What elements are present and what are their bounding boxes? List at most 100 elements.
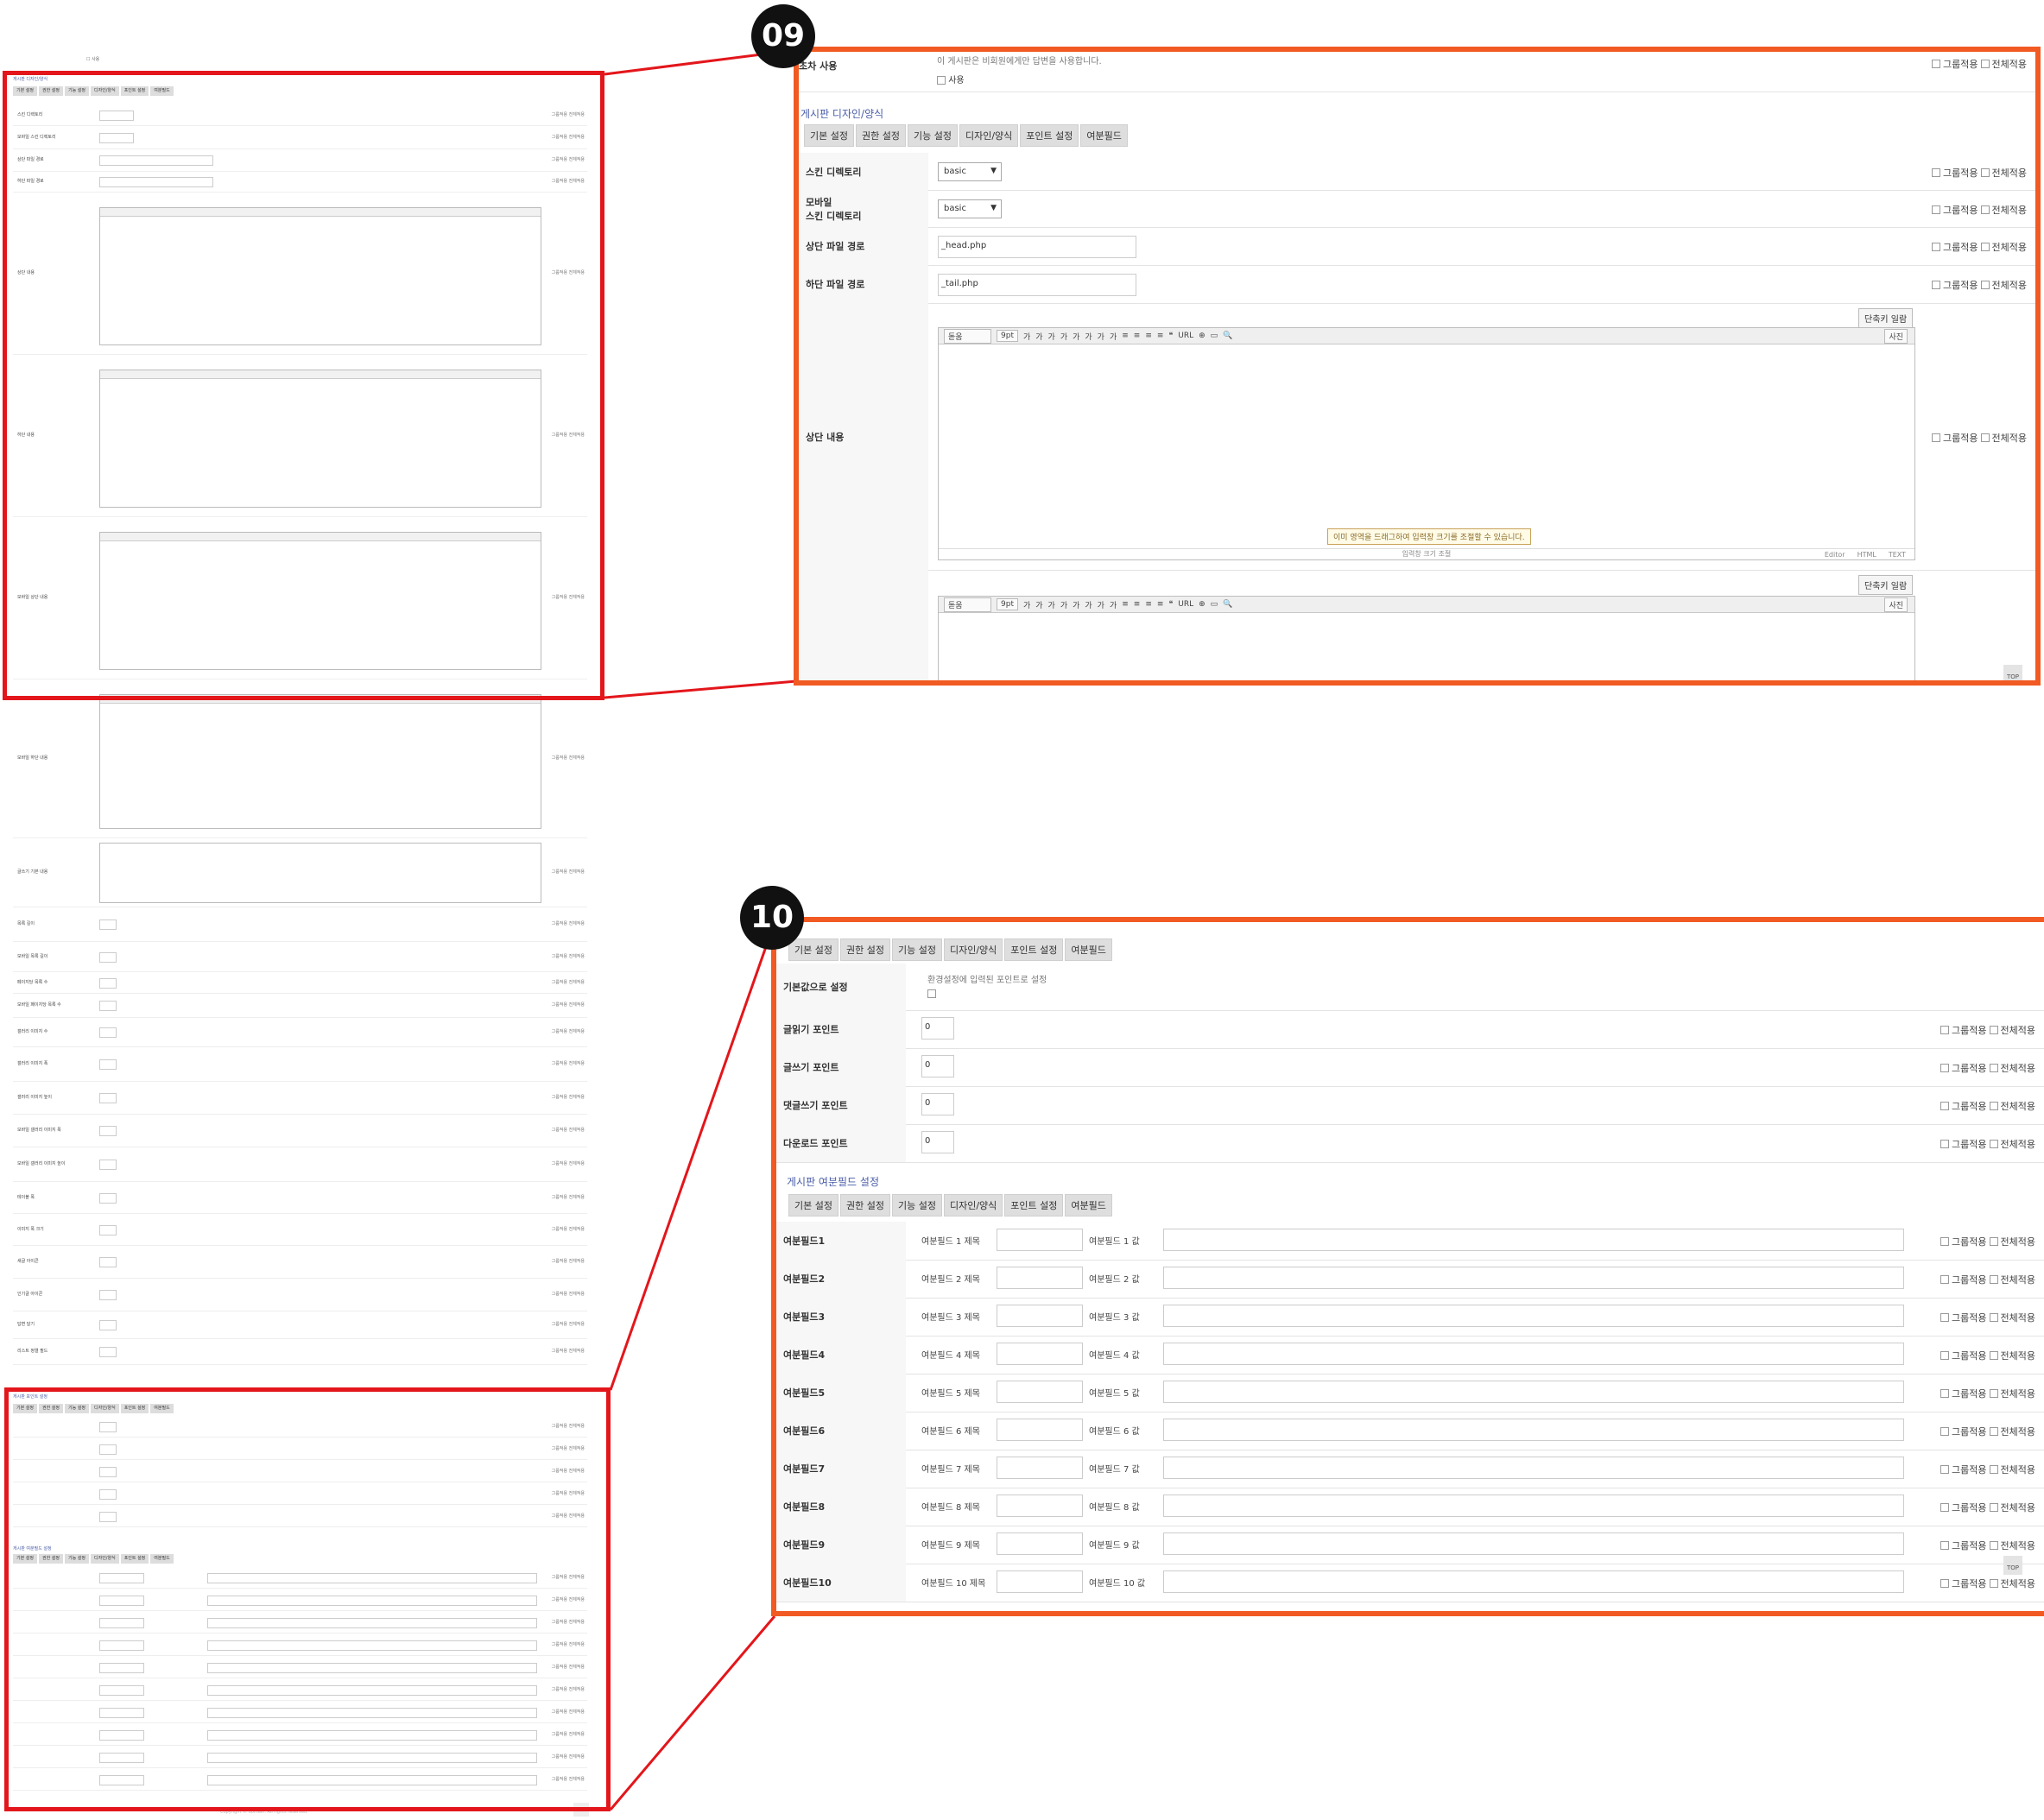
- top-button-09[interactable]: TOP: [2003, 665, 2022, 680]
- group-apply-checkbox[interactable]: [1940, 1275, 1950, 1284]
- editor-tool-icon[interactable]: 가: [1085, 331, 1092, 342]
- tab-5[interactable]: 여분필드: [1065, 938, 1112, 961]
- extra-field-value-input[interactable]: [1163, 1570, 1904, 1593]
- prev-row-use-checkbox[interactable]: 사용: [937, 73, 965, 85]
- editor-tool-icon[interactable]: ≡: [1145, 600, 1152, 609]
- all-apply-checkbox[interactable]: [1989, 1237, 1998, 1246]
- extra-field-value-input[interactable]: [1163, 1495, 1904, 1517]
- all-apply-checkbox[interactable]: [1980, 60, 1990, 68]
- editor-tool-icon[interactable]: 가: [1035, 331, 1042, 342]
- all-apply-checkbox[interactable]: [1989, 1026, 1998, 1034]
- tab-0[interactable]: 기본 설정: [788, 938, 838, 961]
- editor-tool-icon[interactable]: 🔍: [1223, 332, 1232, 340]
- tab-4[interactable]: 포인트 설정: [1004, 938, 1064, 961]
- editor-tool-icon[interactable]: ≡: [1145, 332, 1152, 340]
- group-apply-checkbox[interactable]: [1940, 1427, 1950, 1436]
- editor-tool-icon[interactable]: ≡: [1122, 332, 1129, 340]
- group-apply-checkbox[interactable]: [1940, 1541, 1950, 1550]
- size-select[interactable]: 9pt: [997, 330, 1018, 342]
- tab-0[interactable]: 기본 설정: [804, 124, 854, 147]
- editor-tool-icon[interactable]: 가: [1085, 599, 1092, 610]
- tab-2[interactable]: 기능 설정: [891, 1194, 942, 1216]
- group-apply-checkbox[interactable]: [1932, 167, 1941, 177]
- size-select[interactable]: 9pt: [997, 598, 1018, 610]
- point-input[interactable]: 0: [921, 1093, 954, 1115]
- all-apply-checkbox[interactable]: [1989, 1351, 1998, 1360]
- editor-top[interactable]: 돋움 9pt 가 가 가 가 가 가 가 가 ≡ ≡ ≡ ≡ ❝ URL ⊕ ▭ 🔍 사진 이미 영역을 드래그하여 입…: [938, 327, 1915, 560]
- extra-field-title-input[interactable]: [997, 1381, 1083, 1403]
- group-apply-checkbox[interactable]: [1932, 433, 1941, 442]
- all-apply-checkbox[interactable]: [1989, 1465, 1998, 1474]
- extra-field-value-input[interactable]: [1163, 1457, 1904, 1479]
- group-apply-checkbox[interactable]: [1940, 1389, 1950, 1398]
- editor-tool-icon[interactable]: ≡: [1122, 600, 1129, 609]
- all-apply-checkbox[interactable]: [1989, 1275, 1998, 1284]
- top-button-10[interactable]: TOP: [2003, 1556, 2022, 1575]
- extra-field-value-input[interactable]: [1163, 1532, 1904, 1555]
- editor-tool-icon[interactable]: 가: [1110, 331, 1117, 342]
- editor-tool-icon[interactable]: ⊕: [1199, 600, 1206, 609]
- extra-field-title-input[interactable]: [997, 1229, 1083, 1251]
- editor-tool-icon[interactable]: 🔍: [1223, 600, 1232, 609]
- checkbox-icon[interactable]: [937, 76, 946, 85]
- editor-tool-icon[interactable]: ≡: [1157, 332, 1164, 340]
- extra-field-title-input[interactable]: [997, 1305, 1083, 1327]
- group-apply-checkbox[interactable]: [1940, 1026, 1950, 1034]
- tab-1[interactable]: 권한 설정: [839, 1194, 890, 1216]
- photo-button[interactable]: 사진: [1884, 597, 1908, 612]
- point-input[interactable]: 0: [921, 1017, 954, 1040]
- group-apply-checkbox[interactable]: [1932, 243, 1941, 251]
- all-apply-checkbox[interactable]: [1980, 243, 1990, 251]
- group-apply-checkbox[interactable]: [1940, 1313, 1950, 1322]
- editor-tool-icon[interactable]: 가: [1035, 599, 1042, 610]
- font-select[interactable]: 돋움: [944, 328, 991, 344]
- editor-tool-icon[interactable]: 가: [1048, 599, 1055, 610]
- group-apply-checkbox[interactable]: [1940, 1465, 1950, 1474]
- editor-tool-icon[interactable]: ▭: [1211, 600, 1218, 609]
- extra-field-value-input[interactable]: [1163, 1305, 1904, 1327]
- editor-tool-icon[interactable]: ≡: [1134, 600, 1141, 609]
- editor-tool-icon[interactable]: 가: [1060, 331, 1067, 342]
- group-apply-checkbox[interactable]: [1940, 1140, 1950, 1148]
- extra-field-title-input[interactable]: [997, 1495, 1083, 1517]
- group-apply-checkbox[interactable]: [1940, 1064, 1950, 1072]
- all-apply-checkbox[interactable]: [1980, 281, 1990, 289]
- editor-tool-icon[interactable]: 가: [1098, 331, 1104, 342]
- editor-tool-icon[interactable]: 가: [1023, 599, 1030, 610]
- tab-3[interactable]: 디자인/양식: [943, 938, 1003, 961]
- editor-bottom[interactable]: 돋움 9pt 가 가 가 가 가 가 가 가 ≡ ≡ ≡ ≡ ❝ URL ⊕ ▭ 🔍 사진: [938, 596, 1915, 680]
- group-apply-checkbox[interactable]: [1932, 60, 1941, 68]
- extra-field-value-input[interactable]: [1163, 1343, 1904, 1365]
- extra-field-title-input[interactable]: [997, 1419, 1083, 1441]
- extra-field-title-input[interactable]: [997, 1457, 1083, 1479]
- default-checkbox[interactable]: [927, 989, 936, 998]
- tab-3[interactable]: 디자인/양식: [959, 124, 1019, 147]
- editor-tool-icon[interactable]: 가: [1048, 331, 1055, 342]
- extra-field-title-input[interactable]: [997, 1267, 1083, 1289]
- editor-tool-icon[interactable]: URL: [1178, 332, 1193, 340]
- tab-5[interactable]: 여분필드: [1065, 1194, 1112, 1216]
- point-input[interactable]: 0: [921, 1131, 954, 1153]
- all-apply-checkbox[interactable]: [1980, 433, 1990, 442]
- tab-2[interactable]: 기능 설정: [907, 124, 958, 147]
- editor-mode-tab[interactable]: TEXT: [1889, 551, 1906, 559]
- editor-mode-tab[interactable]: HTML: [1857, 551, 1876, 559]
- extra-field-value-input[interactable]: [1163, 1267, 1904, 1289]
- editor-tool-icon[interactable]: 가: [1110, 599, 1117, 610]
- tab-5[interactable]: 여분필드: [1080, 124, 1128, 147]
- group-apply-checkbox[interactable]: [1940, 1579, 1950, 1588]
- all-apply-checkbox[interactable]: [1980, 205, 1990, 214]
- all-apply-checkbox[interactable]: [1980, 167, 1990, 177]
- editor-tool-icon[interactable]: ⊕: [1199, 332, 1206, 340]
- extra-field-title-input[interactable]: [997, 1343, 1083, 1365]
- group-apply-checkbox[interactable]: [1940, 1237, 1950, 1246]
- all-apply-checkbox[interactable]: [1989, 1389, 1998, 1398]
- editor-tool-icon[interactable]: URL: [1178, 600, 1193, 609]
- skin-select[interactable]: basic ▼: [938, 199, 1002, 218]
- group-apply-checkbox[interactable]: [1932, 205, 1941, 214]
- group-apply-checkbox[interactable]: [1940, 1503, 1950, 1512]
- editor-tool-icon[interactable]: ▭: [1211, 332, 1218, 340]
- all-apply-checkbox[interactable]: [1989, 1313, 1998, 1322]
- extra-field-title-input[interactable]: [997, 1532, 1083, 1555]
- font-select[interactable]: 돋움: [944, 597, 991, 612]
